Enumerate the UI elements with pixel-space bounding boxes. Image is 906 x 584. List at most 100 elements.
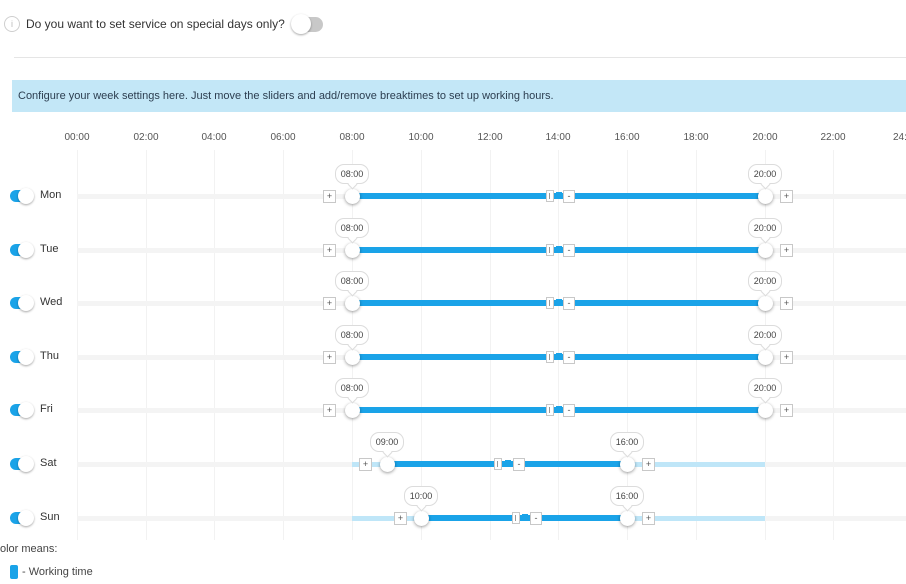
start-time-bubble: 08:00 xyxy=(335,325,369,345)
start-time-bubble: 08:00 xyxy=(335,271,369,291)
end-time-bubble: 16:00 xyxy=(610,486,644,506)
day-toggle-sun[interactable] xyxy=(10,510,34,526)
remove-break-button[interactable]: - xyxy=(563,297,575,310)
add-break-button[interactable]: + xyxy=(780,244,793,257)
hour-label: 06:00 xyxy=(270,132,296,143)
add-break-button[interactable]: + xyxy=(323,351,336,364)
start-slider-handle[interactable] xyxy=(380,457,395,472)
add-break-button[interactable]: + xyxy=(780,351,793,364)
break-drag-handle[interactable] xyxy=(546,351,554,363)
break-drag-handle[interactable] xyxy=(546,404,554,416)
info-icon: i xyxy=(4,16,20,32)
add-break-button[interactable]: + xyxy=(359,458,372,471)
day-label-fri: Fri xyxy=(40,403,53,415)
add-break-button[interactable]: + xyxy=(780,404,793,417)
start-slider-handle[interactable] xyxy=(345,350,360,365)
end-slider-handle[interactable] xyxy=(758,296,773,311)
end-time-bubble: 20:00 xyxy=(748,218,782,238)
end-time-bubble: 20:00 xyxy=(748,271,782,291)
end-slider-handle[interactable] xyxy=(758,403,773,418)
end-slider-handle[interactable] xyxy=(620,511,635,526)
break-drag-handle[interactable] xyxy=(546,297,554,309)
hour-label: 14:00 xyxy=(545,132,571,143)
start-slider-handle[interactable] xyxy=(345,243,360,258)
day-label-wed: Wed xyxy=(40,296,63,308)
toggle-knob xyxy=(290,13,311,34)
day-toggle-fri[interactable] xyxy=(10,402,34,418)
day-row-tue: Tue + - + 08:00 20:00 xyxy=(0,218,906,268)
end-slider-handle[interactable] xyxy=(758,189,773,204)
hour-label: 02:00 xyxy=(133,132,159,143)
add-break-button[interactable]: + xyxy=(780,297,793,310)
day-row-thu: Thu + - + 08:00 20:00 xyxy=(0,325,906,375)
toggle-knob xyxy=(18,349,34,365)
day-toggle-thu[interactable] xyxy=(10,349,34,365)
day-toggle-mon[interactable] xyxy=(10,188,34,204)
end-slider-handle[interactable] xyxy=(620,457,635,472)
hour-label: 22:00 xyxy=(820,132,846,143)
end-time-bubble: 16:00 xyxy=(610,432,644,452)
special-days-row: i Do you want to set service on special … xyxy=(0,10,323,38)
end-slider-handle[interactable] xyxy=(758,243,773,258)
add-break-button[interactable]: + xyxy=(394,512,407,525)
toggle-knob xyxy=(18,456,34,472)
remove-break-button[interactable]: - xyxy=(563,404,575,417)
toggle-knob xyxy=(18,510,34,526)
start-time-bubble: 10:00 xyxy=(404,486,438,506)
working-time-swatch xyxy=(10,565,18,579)
end-time-bubble: 20:00 xyxy=(748,378,782,398)
add-break-button[interactable]: + xyxy=(323,404,336,417)
start-time-bubble: 08:00 xyxy=(335,378,369,398)
hour-label: 24:00 xyxy=(893,132,906,143)
end-time-bubble: 20:00 xyxy=(748,164,782,184)
start-time-bubble: 08:00 xyxy=(335,164,369,184)
day-row-sat: Sat + - + 09:00 16:00 xyxy=(0,432,906,482)
special-days-toggle[interactable] xyxy=(290,13,323,34)
remove-break-button[interactable]: - xyxy=(513,458,525,471)
info-banner-text: Configure your week settings here. Just … xyxy=(18,90,554,102)
info-banner: Configure your week settings here. Just … xyxy=(12,80,906,112)
end-time-bubble: 20:00 xyxy=(748,325,782,345)
day-toggle-wed[interactable] xyxy=(10,295,34,311)
day-row-fri: Fri + - + 08:00 20:00 xyxy=(0,378,906,428)
hour-scale: 00:00 02:00 04:00 06:00 08:00 10:00 12:0… xyxy=(0,132,906,146)
start-slider-handle[interactable] xyxy=(345,296,360,311)
hour-label: 04:00 xyxy=(201,132,227,143)
hour-label: 10:00 xyxy=(408,132,434,143)
add-break-button[interactable]: + xyxy=(323,297,336,310)
day-toggle-sat[interactable] xyxy=(10,456,34,472)
day-toggle-tue[interactable] xyxy=(10,242,34,258)
start-slider-handle[interactable] xyxy=(414,511,429,526)
remove-break-button[interactable]: - xyxy=(563,351,575,364)
day-label-tue: Tue xyxy=(40,243,59,255)
start-slider-handle[interactable] xyxy=(345,189,360,204)
add-break-button[interactable]: + xyxy=(780,190,793,203)
start-time-bubble: 08:00 xyxy=(335,218,369,238)
toggle-knob xyxy=(18,188,34,204)
break-drag-handle[interactable] xyxy=(546,190,554,202)
remove-break-button[interactable]: - xyxy=(563,190,575,203)
day-row-mon: Mon + - + 08:00 20:00 xyxy=(0,164,906,214)
day-label-mon: Mon xyxy=(40,189,62,201)
add-break-button[interactable]: + xyxy=(323,190,336,203)
divider xyxy=(14,57,906,58)
break-drag-handle[interactable] xyxy=(494,458,502,470)
day-label-thu: Thu xyxy=(40,350,59,362)
start-slider-handle[interactable] xyxy=(345,403,360,418)
day-row-wed: Wed + - + 08:00 20:00 xyxy=(0,271,906,321)
remove-break-button[interactable]: - xyxy=(563,244,575,257)
start-time-bubble: 09:00 xyxy=(370,432,404,452)
end-slider-handle[interactable] xyxy=(758,350,773,365)
add-break-button[interactable]: + xyxy=(323,244,336,257)
break-drag-handle[interactable] xyxy=(512,512,520,524)
hour-label: 20:00 xyxy=(752,132,778,143)
day-label-sun: Sun xyxy=(40,511,60,523)
add-break-button[interactable]: + xyxy=(642,458,655,471)
day-label-sat: Sat xyxy=(40,457,57,469)
break-marker xyxy=(556,192,562,199)
remove-break-button[interactable]: - xyxy=(530,512,542,525)
toggle-knob xyxy=(18,295,34,311)
add-break-button[interactable]: + xyxy=(642,512,655,525)
break-drag-handle[interactable] xyxy=(546,244,554,256)
hour-label: 08:00 xyxy=(339,132,365,143)
